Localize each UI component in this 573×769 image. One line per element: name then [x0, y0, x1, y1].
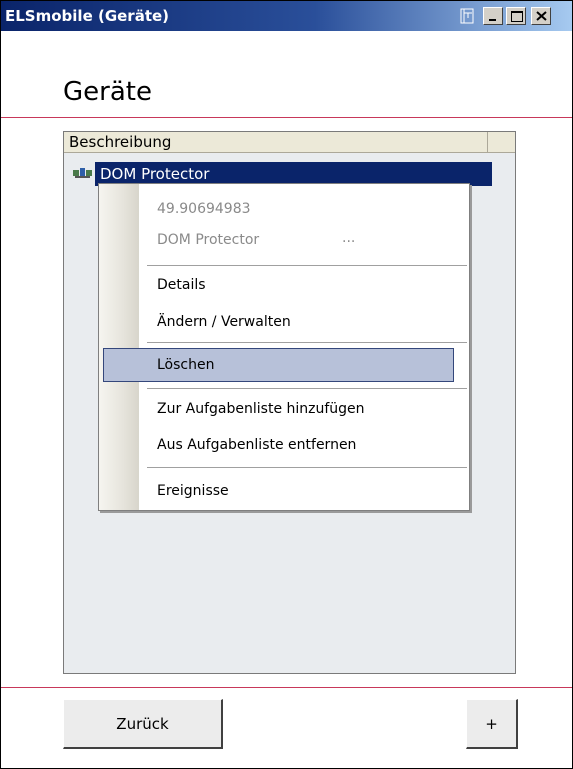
app-window: ELSmobile (Geräte) Geräte Beschreibung D… — [0, 0, 573, 769]
plus-icon: + — [485, 714, 498, 733]
menu-separator — [147, 342, 467, 343]
menu-item-ereignisse[interactable]: Ereignisse — [157, 483, 229, 499]
column-header-beschreibung[interactable]: Beschreibung — [64, 132, 488, 152]
close-icon — [536, 11, 547, 21]
minimize-button[interactable] — [483, 7, 503, 25]
menu-item-details[interactable]: Details — [157, 277, 206, 293]
close-button[interactable] — [531, 7, 551, 25]
title-bar[interactable]: ELSmobile (Geräte) — [1, 1, 572, 31]
window-menu-icon[interactable] — [460, 8, 474, 24]
menu-separator — [147, 265, 467, 266]
menu-item-highlight — [103, 348, 454, 382]
menu-gutter — [99, 184, 139, 510]
footer-divider — [1, 687, 572, 688]
menu-item-loeschen[interactable]: Löschen — [157, 357, 214, 373]
page-title: Geräte — [63, 77, 152, 107]
menu-separator — [147, 467, 467, 468]
menu-item-aendern-verwalten[interactable]: Ändern / Verwalten — [157, 314, 291, 330]
window-title: ELSmobile (Geräte) — [5, 7, 170, 25]
maximize-button[interactable] — [506, 7, 526, 25]
menu-item-zur-aufgabenliste[interactable]: Zur Aufgabenliste hinzufügen — [157, 401, 365, 417]
back-button[interactable]: Zurück — [63, 699, 223, 749]
menu-info-more: ... — [342, 230, 356, 246]
device-icon — [73, 168, 92, 178]
menu-item-aus-aufgabenliste[interactable]: Aus Aufgabenliste entfernen — [157, 437, 356, 453]
menu-separator — [147, 388, 467, 389]
menu-info-name: DOM Protector — [157, 232, 260, 248]
header-divider — [1, 117, 572, 118]
list-header: Beschreibung — [64, 132, 515, 153]
menu-info-id: 49.90694983 — [157, 201, 251, 217]
add-button[interactable]: + — [466, 699, 518, 749]
context-menu: 49.90694983 DOM Protector ... Details Än… — [98, 183, 470, 511]
back-button-label: Zurück — [116, 714, 169, 733]
